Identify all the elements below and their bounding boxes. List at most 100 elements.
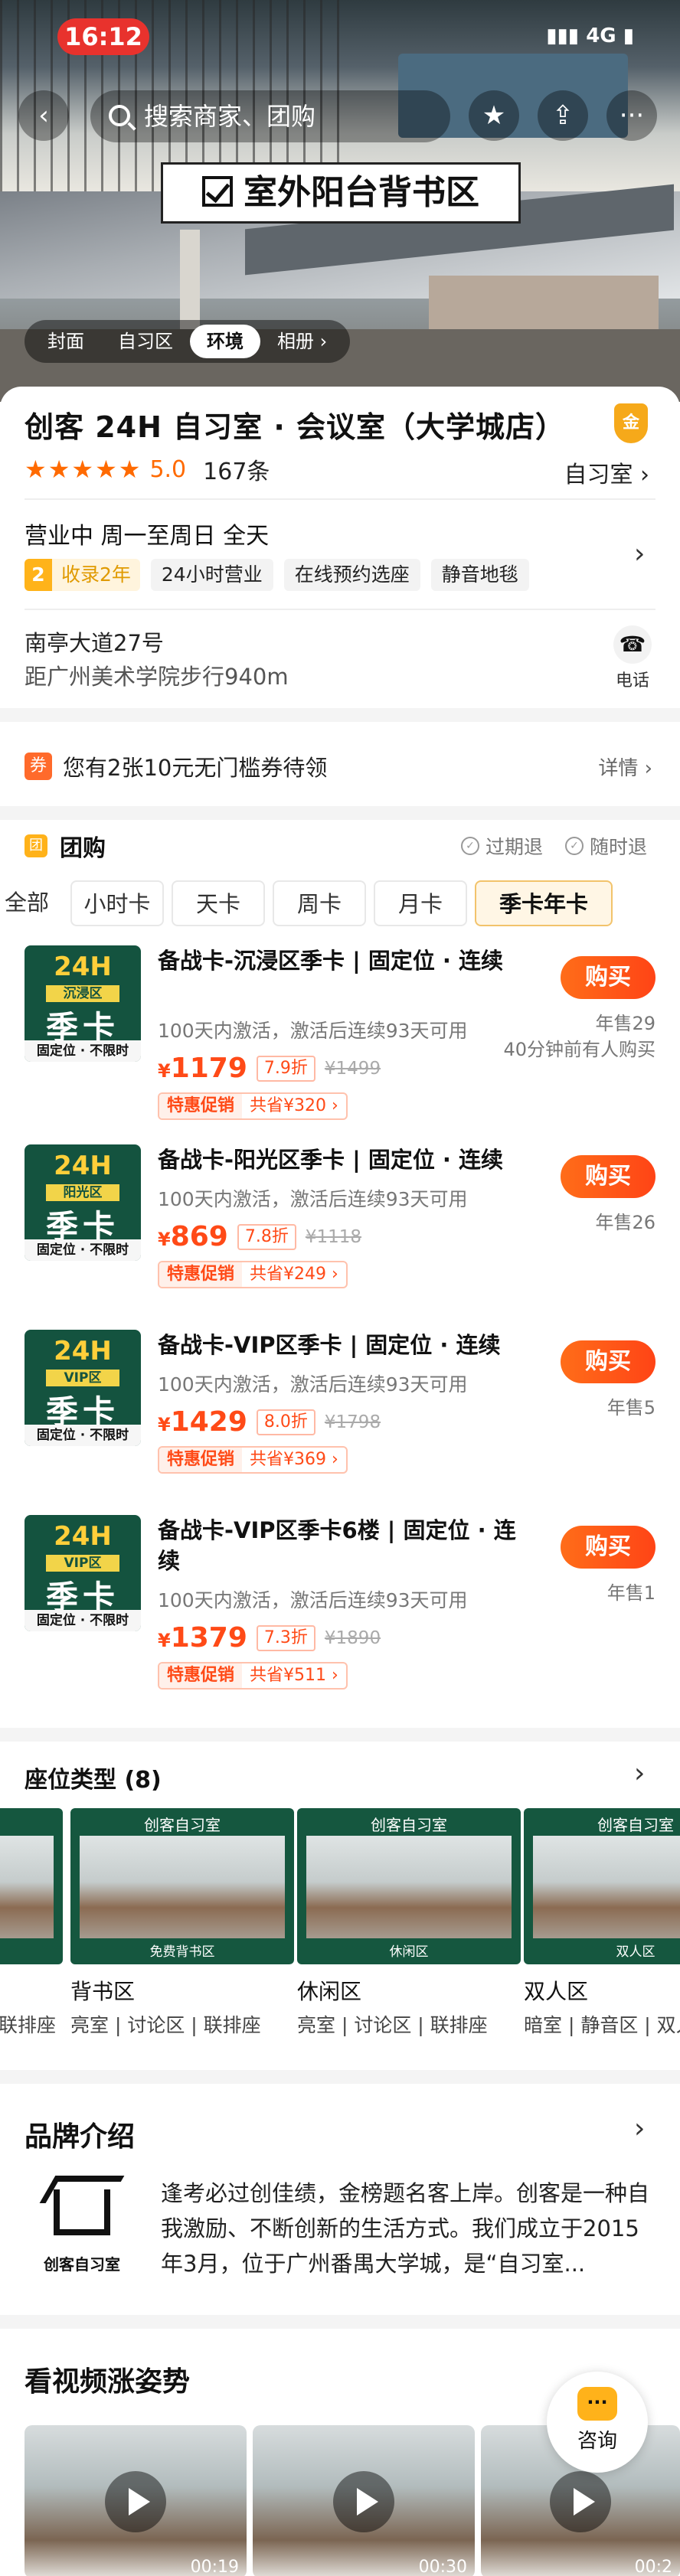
deal-thumbnail: 24H VIP区 季卡 固定位 · 不限时 [25, 1515, 141, 1631]
filter-hour[interactable]: 小时卡 [70, 880, 164, 926]
status-time: 16:12 [57, 18, 149, 55]
seat-photo [306, 1836, 512, 1938]
seat-photo [533, 1836, 680, 1938]
thumb-24h: 24H [54, 952, 112, 982]
share-button[interactable]: ⇪ [538, 90, 588, 141]
promo-save: 共省¥511 › [250, 1666, 338, 1685]
promo-tag: 特惠促销 [159, 1663, 243, 1688]
seat-card-brand: 创客自习室 [597, 1816, 674, 1834]
deal-thumbnail: 24H VIP区 季卡 固定位 · 不限时 [25, 1330, 141, 1446]
deal-original-price: ¥1499 [324, 1058, 381, 1079]
gallery-tab-environment[interactable]: 环境 [190, 325, 260, 358]
deal-price: ¥1379 [158, 1622, 247, 1654]
coupon-detail-link[interactable]: 详情 › [598, 753, 652, 781]
rating-score: 5.0 [149, 455, 187, 483]
thumb-zone: VIP区 [46, 1370, 119, 1386]
star-icon: ★ [47, 455, 70, 484]
chevron-right-icon[interactable]: › [634, 2113, 645, 2144]
seat-type-carousel[interactable]: 创客自习室 联排座 创客自习室 免费背书区 背书区 亮室 | 讨论区 | 联排座… [0, 1808, 680, 2038]
seat-card-brand: 创客自习室 [0, 1813, 63, 1835]
seat-card[interactable]: 创客自习室 休闲区 [297, 1808, 521, 1964]
top-navbar: ‹ 搜索商家、团购 ★ ⇪ ··· [0, 90, 680, 152]
chat-bubble-icon: ··· [577, 2387, 617, 2421]
gallery-tab-album[interactable]: 相册 › [260, 325, 344, 358]
brand-intro-title[interactable]: 品牌介绍 [25, 2114, 135, 2154]
deal-filter-tabs: 全部 小时卡 天卡 周卡 月卡 季卡年卡 [0, 880, 680, 929]
filter-day[interactable]: 天卡 [172, 880, 265, 926]
seat-caption: 休闲区 [389, 1944, 429, 1960]
seat-card[interactable]: 创客自习室 双人区 [524, 1808, 680, 1964]
thumb-foot: 固定位 · 不限时 [25, 1610, 141, 1631]
hero-gallery[interactable]: 16:12 ▮▮▮ 4G ▮ ‹ 搜索商家、团购 ★ ⇪ ··· 室外阳台背书区… [0, 0, 680, 402]
category-link[interactable]: 自习室 › [564, 455, 649, 489]
deal-price-row: ¥869 7.8折 ¥1118 [158, 1221, 361, 1252]
check-circle-icon: ✓ [565, 837, 584, 855]
seat-desc: 亮室 | 讨论区 | 联排座 [297, 2014, 488, 2036]
consult-label: 咨询 [577, 2430, 617, 2453]
phone-button[interactable]: ☎ 电话 [605, 625, 660, 691]
page: 16:12 ▮▮▮ 4G ▮ ‹ 搜索商家、团购 ★ ⇪ ··· 室外阳台背书区… [0, 0, 680, 2576]
filter-month[interactable]: 月卡 [374, 880, 467, 926]
buy-button[interactable]: 购买 [561, 956, 655, 999]
filter-season-year[interactable]: 季卡年卡 [475, 880, 613, 926]
deal-promo[interactable]: 特惠促销 共省¥511 › [158, 1662, 348, 1690]
deal-name: 备战卡-VIP区季卡6楼 | 固定位 · 连续 [158, 1517, 516, 1574]
seat-photo [80, 1836, 285, 1938]
chevron-right-icon[interactable]: › [634, 538, 645, 570]
thumb-24h: 24H [54, 1151, 112, 1181]
divider [25, 609, 655, 610]
seat-card[interactable]: 创客自习室 免费背书区 [70, 1808, 294, 1964]
search-input[interactable]: 搜索商家、团购 [90, 90, 450, 142]
promo-save: 共省¥369 › [250, 1450, 338, 1469]
star-icon: ★ [25, 455, 47, 484]
buy-button[interactable]: 购买 [561, 1155, 655, 1198]
seat-desc: 暗室 | 静音区 | 双人 [524, 2014, 680, 2036]
deal-item[interactable]: 24H 阳光区 季卡 固定位 · 不限时 备战卡-阳光区季卡 | 固定位 · 连… [25, 1144, 655, 1321]
store-address[interactable]: 南亭大道27号 [25, 625, 164, 658]
coupon-banner[interactable]: 券 您有2张10元无门槛券待领 详情 › [25, 745, 655, 788]
gallery-tab-cover[interactable]: 封面 [31, 325, 101, 358]
video-thumb[interactable]: 00:30 [253, 2425, 475, 2576]
share-icon: ⇪ [551, 100, 574, 131]
buy-button[interactable]: 购买 [561, 1340, 655, 1383]
deal-name: 备战卡-阳光区季卡 | 固定位 · 连续 [158, 1147, 504, 1173]
seat-types-title[interactable]: 座位类型 (8) [25, 1761, 162, 1794]
buy-button[interactable]: 购买 [561, 1526, 655, 1569]
video-duration: 00:30 [418, 2558, 467, 2576]
deal-promo[interactable]: 特惠促销 共省¥369 › [158, 1446, 348, 1474]
deal-promo[interactable]: 特惠促销 共省¥249 › [158, 1261, 348, 1288]
deal-promo[interactable]: 特惠促销 共省¥320 › [158, 1092, 348, 1120]
chevron-right-icon[interactable]: › [634, 1758, 645, 1789]
more-button[interactable]: ··· [606, 90, 657, 141]
rating-row[interactable]: ★ ★ ★ ★ ★ 5.0 167条 [25, 454, 270, 485]
section-gap [0, 806, 680, 820]
deal-price-row: ¥1179 7.9折 ¥1499 [158, 1053, 381, 1084]
favorite-button[interactable]: ★ [469, 90, 519, 141]
seat-caption: 免费背书区 [149, 1944, 215, 1960]
deal-item[interactable]: 24H 沉浸区 季卡 固定位 · 不限时 备战卡-沉浸区季卡 | 固定位 · 连… [25, 945, 655, 1121]
hero-sign-text: 室外阳台背书区 [244, 173, 479, 212]
search-placeholder: 搜索商家、团购 [144, 102, 316, 131]
filter-all[interactable]: 全部 [0, 880, 54, 926]
seat-desc: 联排座 [0, 2014, 57, 2036]
deal-price: ¥869 [158, 1221, 228, 1252]
gallery-tab-study[interactable]: 自习区 [101, 325, 190, 358]
years-badge-num: 2 [25, 559, 52, 591]
consult-button[interactable]: ··· 咨询 [547, 2372, 648, 2473]
deal-item[interactable]: 24H VIP区 季卡 固定位 · 不限时 备战卡-VIP区季卡 | 固定位 ·… [25, 1330, 655, 1506]
play-icon [333, 2471, 394, 2532]
seat-card-brand: 创客自习室 [371, 1816, 447, 1834]
seat-card[interactable]: 创客自习室 [0, 1808, 63, 1964]
video-duration: 00:19 [190, 2558, 239, 2576]
deal-sold: 年售1 [606, 1582, 655, 1604]
logo-house [54, 2189, 110, 2235]
thumb-24h: 24H [54, 1521, 112, 1552]
deal-item[interactable]: 24H VIP区 季卡 固定位 · 不限时 备战卡-VIP区季卡6楼 | 固定位… [25, 1515, 655, 1691]
deal-sold: 年售5 [606, 1397, 655, 1419]
video-thumb[interactable]: 00:19 [25, 2425, 247, 2576]
back-button[interactable]: ‹ [18, 90, 69, 141]
filter-week[interactable]: 周卡 [273, 880, 366, 926]
deal-discount: 7.9折 [256, 1055, 315, 1082]
video-section-title: 看视频涨姿势 [25, 2366, 191, 2398]
section-gap [0, 708, 680, 722]
